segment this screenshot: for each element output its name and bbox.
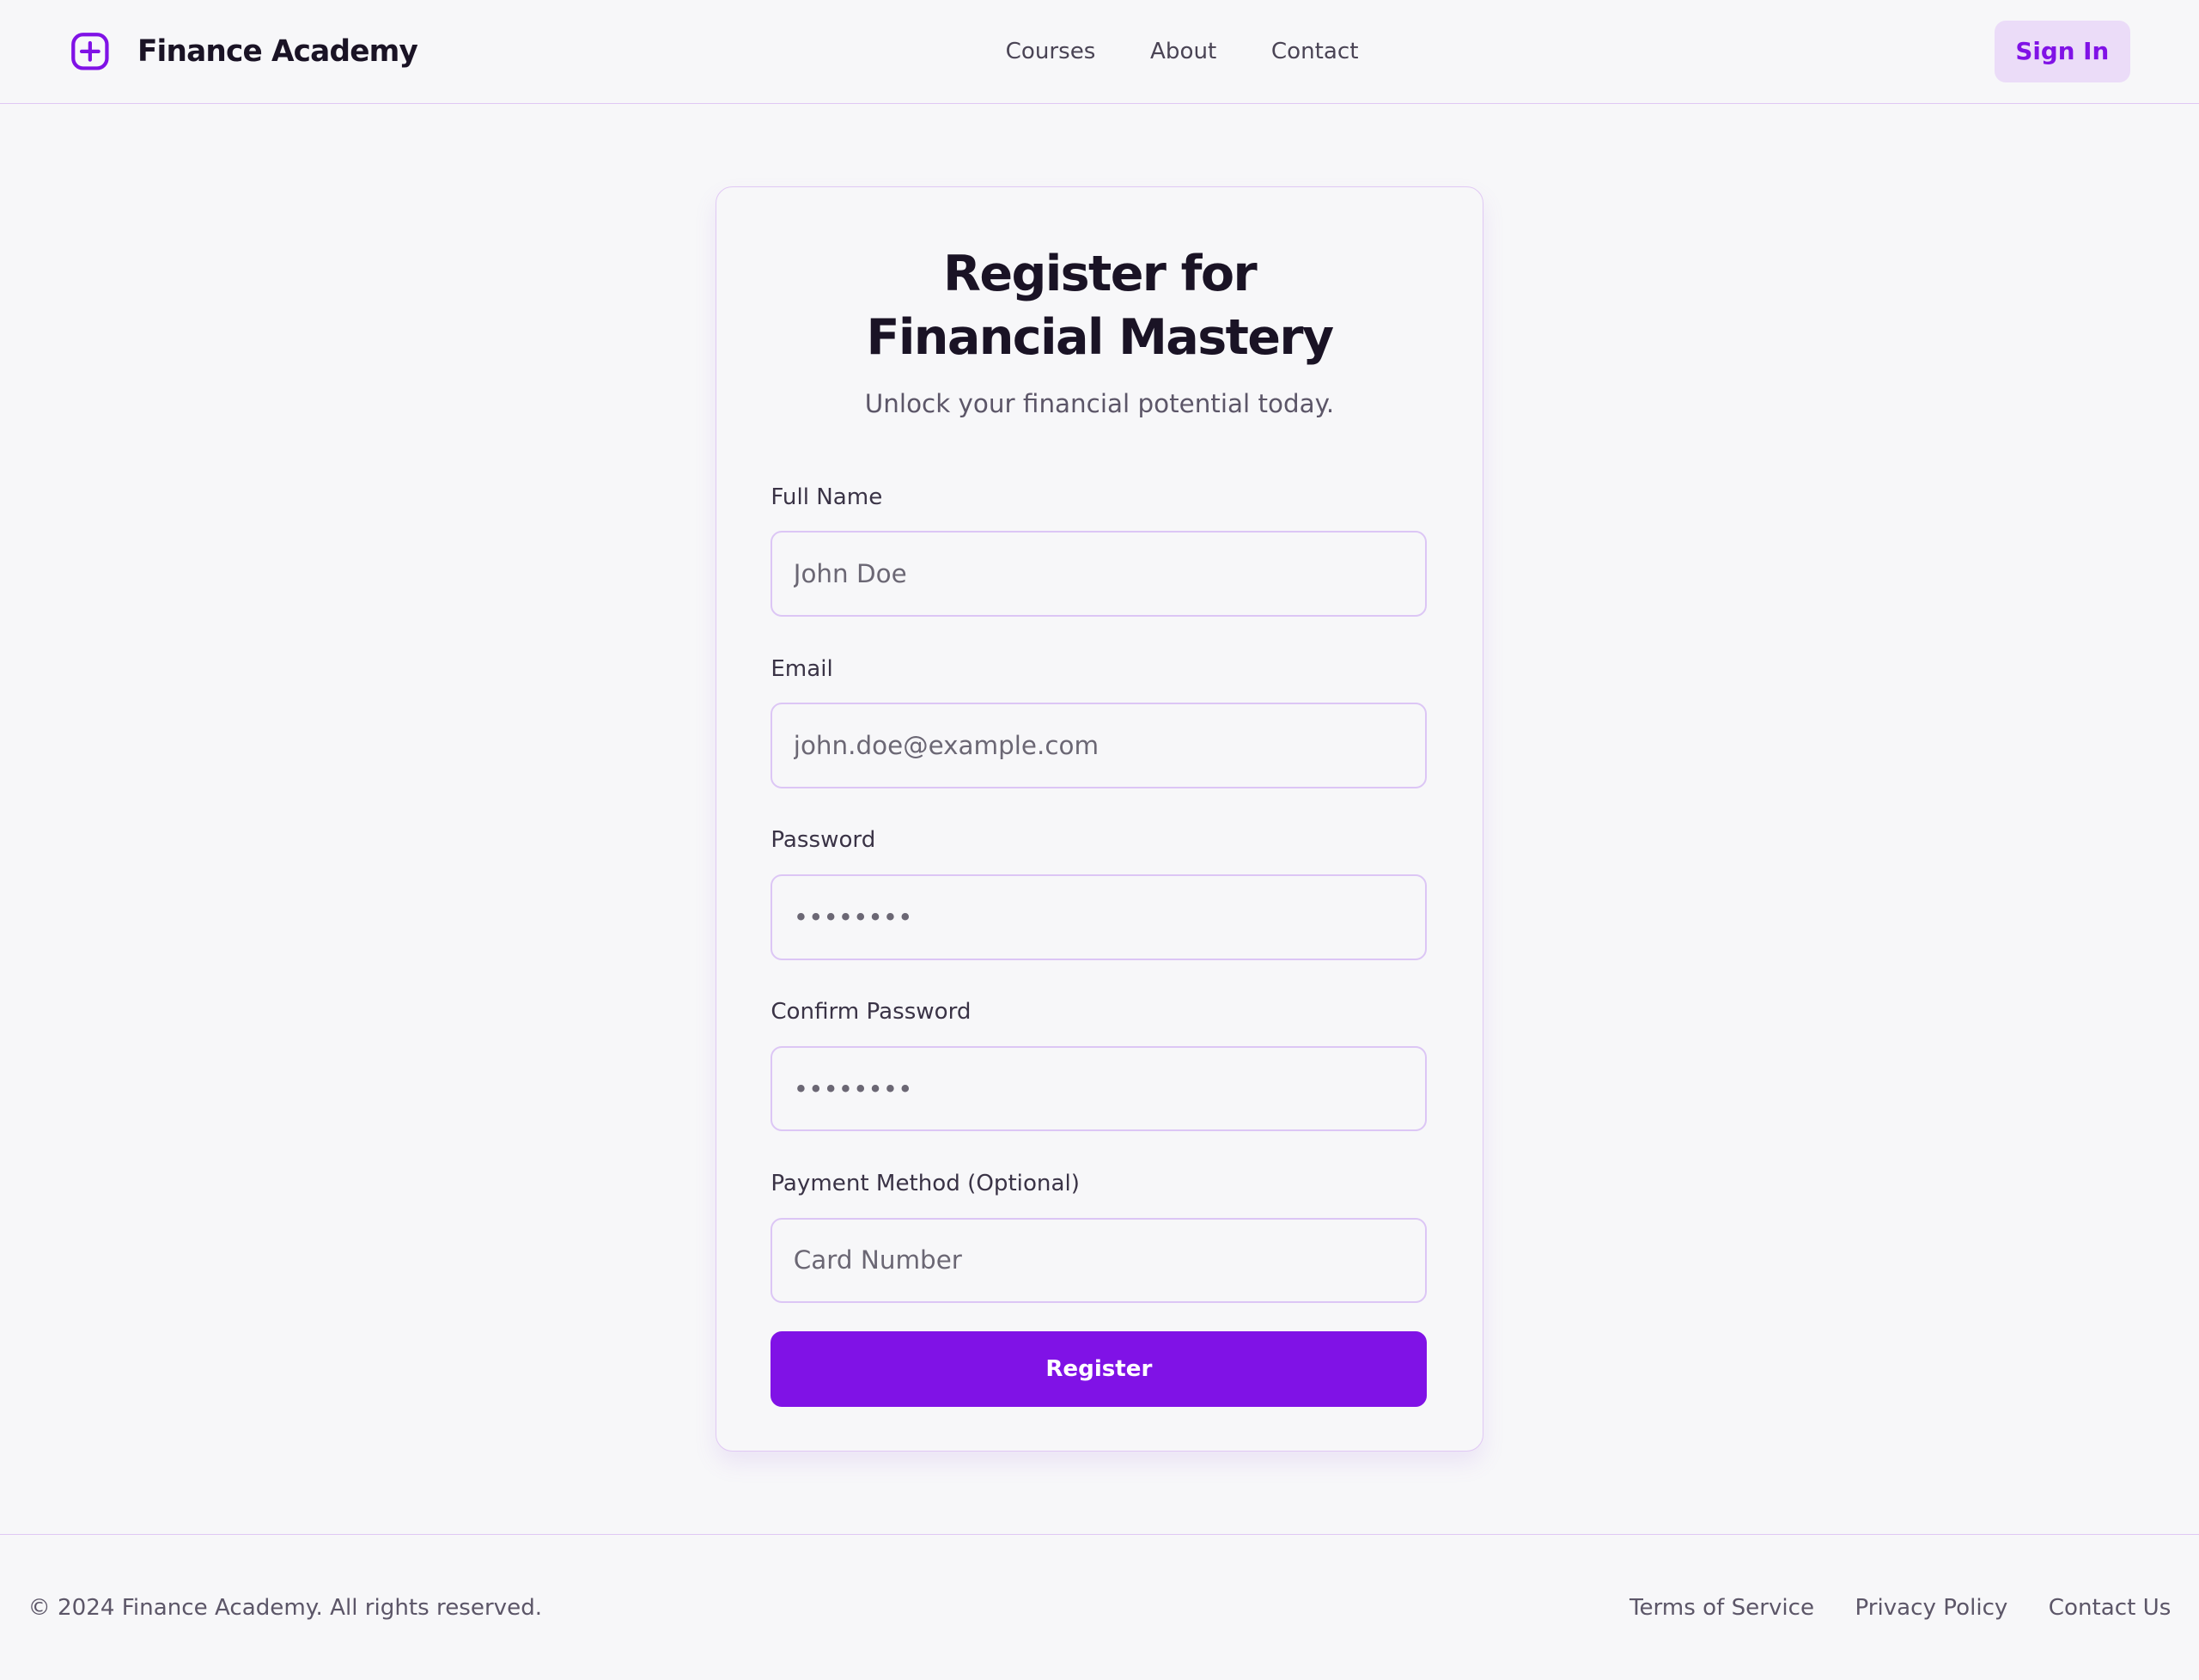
nav-contact[interactable]: Contact	[1271, 39, 1359, 64]
confirm-password-label: Confirm Password	[771, 999, 972, 1026]
password-input[interactable]	[771, 873, 1428, 960]
payment-method-label: Payment Method (Optional)	[771, 1171, 1080, 1197]
subtitle: Unlock your financial potential today.	[864, 389, 1335, 419]
password-label: Password	[771, 827, 876, 854]
card-number-input[interactable]	[771, 1217, 1428, 1304]
full-name-label: Full Name	[771, 484, 883, 510]
full-name-input[interactable]	[771, 531, 1428, 618]
main-nav: Courses About Contact	[1006, 0, 1359, 104]
footer: © 2024 Finance Academy. All rights reser…	[0, 1534, 2199, 1680]
email-input[interactable]	[771, 703, 1428, 788]
brand-name: Finance Academy	[137, 33, 418, 69]
contact-us-link[interactable]: Contact Us	[2049, 1595, 2172, 1621]
register-button[interactable]: Register	[771, 1330, 1428, 1407]
nav-courses[interactable]: Courses	[1006, 39, 1096, 64]
page-title: Register for Financial Mastery	[866, 246, 1334, 366]
top-nav: Finance Academy Courses About Contact Si…	[0, 0, 2199, 104]
confirm-password-input[interactable]	[771, 1045, 1428, 1132]
copyright: © 2024 Finance Academy. All rights reser…	[27, 1594, 543, 1621]
nav-about[interactable]: About	[1150, 39, 1216, 64]
sign-in-button[interactable]: Sign In	[1994, 20, 2130, 82]
logo[interactable]: Finance Academy	[70, 32, 418, 71]
register-card: Register for Financial Mastery Unlock yo…	[715, 186, 1484, 1452]
plus-square-icon	[70, 33, 109, 70]
terms-link[interactable]: Terms of Service	[1629, 1595, 1814, 1621]
privacy-link[interactable]: Privacy Policy	[1855, 1595, 2007, 1621]
email-label: Email	[771, 655, 833, 682]
